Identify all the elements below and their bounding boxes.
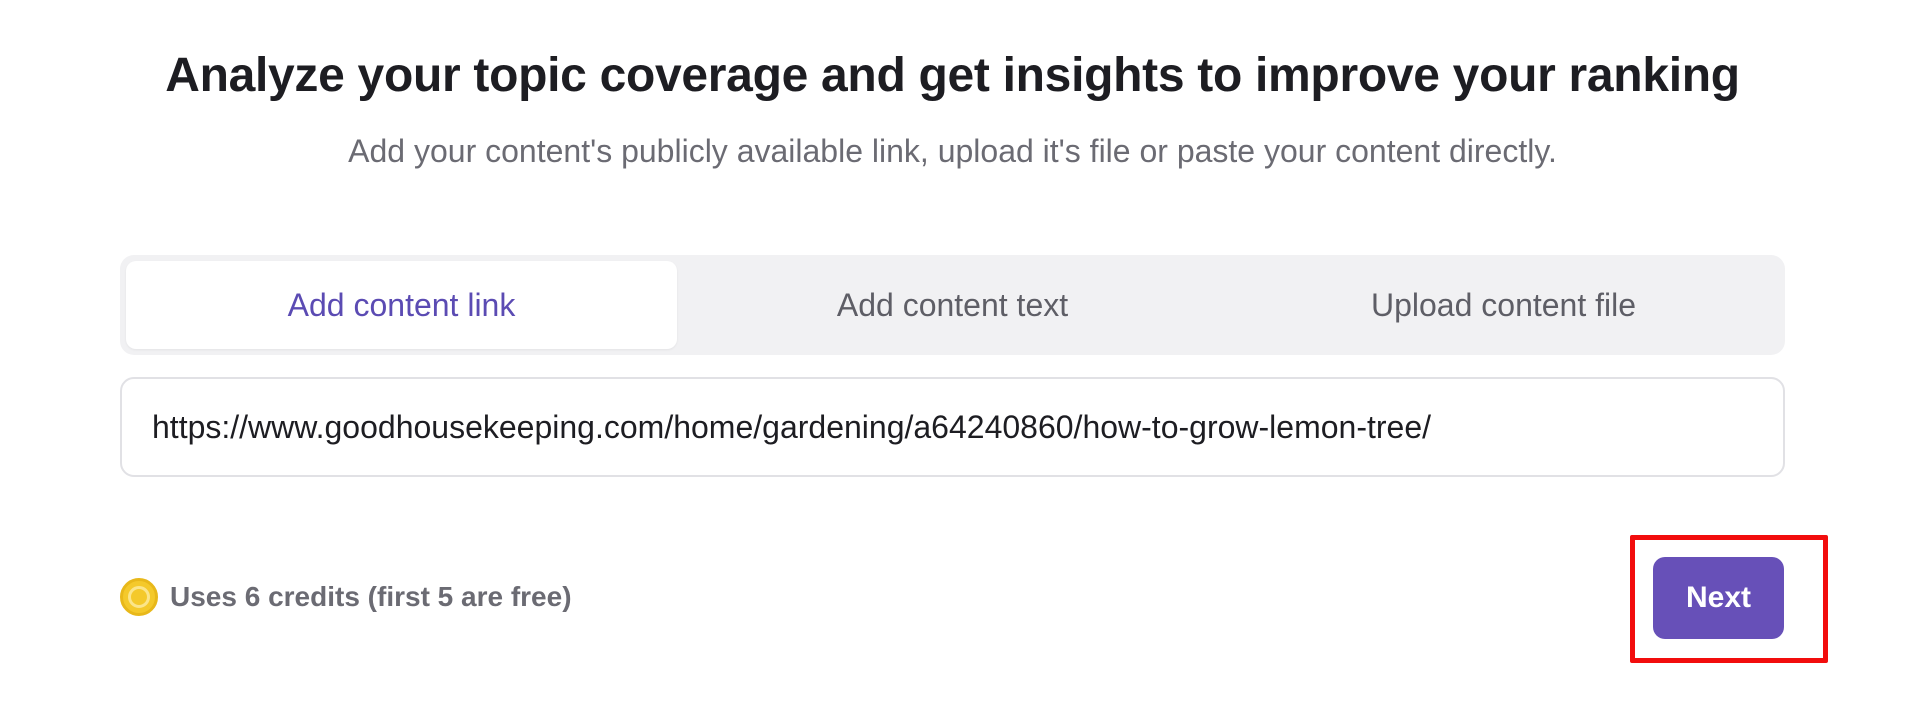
content-link-input[interactable] (120, 377, 1785, 477)
credits-info: Uses 6 credits (first 5 are free) (120, 577, 572, 617)
coin-icon (120, 578, 158, 616)
page-subtitle: Add your content's publicly available li… (348, 133, 1557, 169)
tab-upload-content-file[interactable]: Upload content file (1228, 261, 1779, 349)
next-button[interactable]: Next (1653, 557, 1784, 639)
page: Analyze your topic coverage and get insi… (0, 0, 1920, 703)
content-source-tabs: Add content link Add content text Upload… (120, 255, 1785, 355)
page-title: Analyze your topic coverage and get insi… (165, 49, 1740, 102)
tab-add-content-link[interactable]: Add content link (126, 261, 677, 349)
tab-add-content-text[interactable]: Add content text (677, 261, 1228, 349)
credits-text: Uses 6 credits (first 5 are free) (170, 581, 572, 612)
